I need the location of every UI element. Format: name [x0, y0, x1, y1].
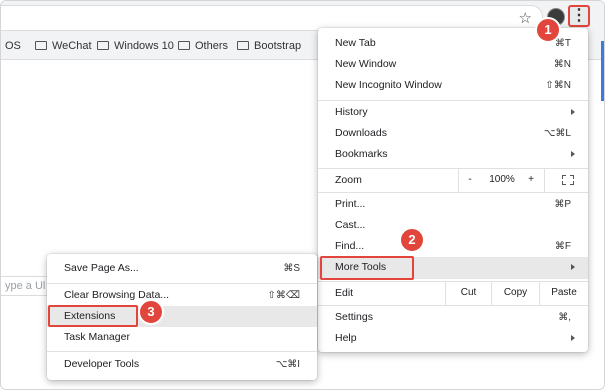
folder-icon — [237, 41, 249, 50]
menu-item-label: Cast... — [335, 219, 366, 231]
annotation-box-extensions — [48, 305, 138, 327]
menu-divider — [544, 168, 545, 192]
submenu-arrow-icon — [571, 264, 575, 270]
cut-button[interactable]: Cut — [446, 281, 491, 305]
shortcut-text: ⇧⌘N — [545, 80, 571, 91]
menu-item-help[interactable]: Help — [318, 328, 588, 349]
bookmark-label: Windows 10 — [114, 40, 174, 52]
bookmark-folder-others[interactable]: Others — [178, 40, 228, 52]
shortcut-text: ⌘F — [554, 241, 571, 252]
shortcut-text: ⇧⌘⌫ — [267, 290, 300, 301]
menu-item-new-window[interactable]: New Window ⌘N — [318, 54, 588, 75]
menu-item-label: Settings — [335, 311, 373, 323]
submenu-arrow-icon — [571, 109, 575, 115]
menu-row-zoom: Zoom - 100% + — [318, 168, 588, 192]
menu-item-cast[interactable]: Cast... — [318, 215, 588, 236]
menu-divider — [318, 192, 588, 193]
menu-item-label: Print... — [335, 198, 366, 210]
shortcut-text: ⌘P — [554, 199, 571, 210]
step-badge-2: 2 — [399, 227, 425, 253]
menu-item-label: Find... — [335, 240, 365, 252]
menu-divider — [47, 351, 317, 352]
submenu-arrow-icon — [571, 151, 575, 157]
paste-button[interactable]: Paste — [540, 281, 588, 305]
menu-item-new-incognito-window[interactable]: New Incognito Window ⇧⌘N — [318, 75, 588, 96]
menu-item-task-manager[interactable]: Task Manager — [47, 327, 317, 348]
shortcut-text: ⌥⌘I — [275, 359, 300, 370]
shortcut-text: ⌘S — [283, 263, 300, 274]
menu-item-label: New Window — [335, 58, 397, 70]
menu-item-clear-browsing-data[interactable]: Clear Browsing Data... ⇧⌘⌫ — [47, 285, 317, 306]
annotation-box-more-tools — [320, 256, 414, 280]
shortcut-text: ⌥⌘L — [543, 128, 571, 139]
submenu-arrow-icon — [571, 335, 575, 341]
menu-item-label: Developer Tools — [64, 358, 140, 370]
shortcut-text: ⌘N — [553, 59, 571, 70]
menu-item-label: Save Page As... — [64, 262, 139, 274]
copy-button[interactable]: Copy — [492, 281, 539, 305]
menu-row-edit: Edit Cut Copy Paste — [318, 281, 588, 305]
zoom-out-button[interactable]: - — [458, 168, 482, 192]
menu-item-label: Edit — [335, 287, 354, 299]
menu-item-save-page-as[interactable]: Save Page As... ⌘S — [47, 258, 317, 279]
step-badge-3: 3 — [138, 299, 164, 325]
menu-item-downloads[interactable]: Downloads ⌥⌘L — [318, 123, 588, 144]
bookmark-folder-windows-10[interactable]: Windows 10 — [97, 40, 174, 52]
menu-item-label: Zoom — [335, 174, 362, 186]
bookmark-item[interactable]: OS — [5, 40, 21, 52]
zoom-in-button[interactable]: + — [520, 168, 542, 192]
folder-icon — [35, 41, 47, 50]
zoom-level: 100% — [489, 174, 515, 185]
menu-item-history[interactable]: History — [318, 102, 588, 123]
bookmark-folder-wechat[interactable]: WeChat — [35, 40, 92, 52]
bookmark-folder-bootstrap[interactable]: Bootstrap — [237, 40, 301, 52]
menu-item-label: New Tab — [335, 37, 376, 49]
menu-item-label: Bookmarks — [335, 148, 388, 160]
three-dots-menu-icon[interactable]: ⋮ — [568, 5, 590, 27]
bookmark-label: Bootstrap — [254, 40, 302, 52]
menu-item-bookmarks[interactable]: Bookmarks — [318, 144, 588, 165]
fullscreen-icon[interactable] — [562, 175, 574, 185]
menu-item-settings[interactable]: Settings ⌘, — [318, 307, 588, 328]
menu-item-print[interactable]: Print... ⌘P — [318, 194, 588, 215]
bookmark-label: OS — [5, 40, 21, 52]
bookmark-label: Others — [195, 40, 229, 52]
menu-item-developer-tools[interactable]: Developer Tools ⌥⌘I — [47, 354, 317, 375]
step-badge-1: 1 — [535, 17, 561, 43]
menu-divider — [318, 305, 588, 306]
bookmark-label: WeChat — [52, 40, 92, 52]
menu-item-find[interactable]: Find... ⌘F — [318, 236, 588, 257]
menu-divider — [318, 100, 588, 101]
menu-item-label: Task Manager — [64, 331, 130, 343]
shortcut-text: ⌘, — [558, 312, 571, 323]
menu-item-label: New Incognito Window — [335, 79, 442, 91]
menu-item-label: Downloads — [335, 127, 387, 139]
menu-item-label: History — [335, 106, 368, 118]
folder-icon — [97, 41, 109, 50]
folder-icon — [178, 41, 190, 50]
chrome-main-menu: New Tab ⌘T New Window ⌘N New Incognito W… — [318, 28, 588, 352]
menu-item-label: Help — [335, 332, 357, 344]
scrollbar[interactable] — [601, 41, 604, 101]
menu-divider — [47, 283, 317, 284]
star-icon[interactable]: ☆ — [519, 9, 532, 27]
